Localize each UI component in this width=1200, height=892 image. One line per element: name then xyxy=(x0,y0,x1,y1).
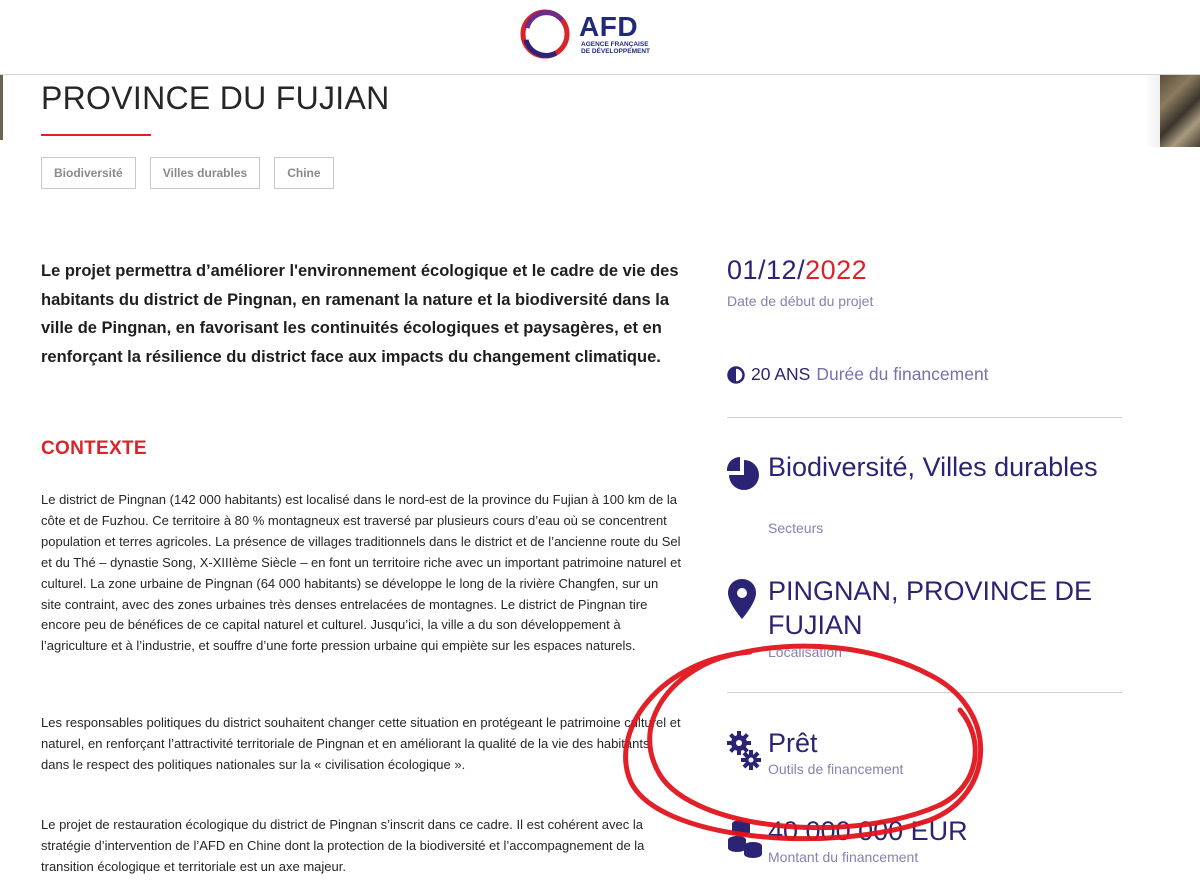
context-paragraph-1: Le district de Pingnan (142 000 habitant… xyxy=(41,492,682,654)
page-title: PROVINCE DU FUJIAN xyxy=(41,80,390,116)
gears-icon xyxy=(727,731,761,770)
duration-value: 20 ANS xyxy=(751,364,811,384)
logo-name: AFD xyxy=(579,11,639,42)
right-image-edge xyxy=(1160,75,1200,147)
context-heading: CONTEXTE xyxy=(41,438,147,459)
start-date: 01/12/2022 xyxy=(727,255,867,286)
clock-icon xyxy=(727,365,745,384)
start-date-label: Date de début du projet xyxy=(727,293,874,309)
afd-logo[interactable]: AFD AGENCE FRANÇAISE DE DÉVELOPPEMENT xyxy=(518,6,650,62)
afd-logo-ring-icon xyxy=(520,9,570,59)
duration-row: 20 ANS Durée du financement xyxy=(727,364,989,385)
start-date-year: 2022 xyxy=(805,255,868,285)
context-paragraph-3: Le projet de restauration écologique du … xyxy=(41,817,645,874)
tag-biodiversite[interactable]: Biodiversité xyxy=(41,157,136,189)
site-header: AFD AGENCE FRANÇAISE DE DÉVELOPPEMENT xyxy=(0,0,1200,75)
financing-tool-value: Prêt xyxy=(768,728,818,758)
amount-label: Montant du financement xyxy=(768,849,919,865)
sectors-label: Secteurs xyxy=(768,520,824,536)
duration-label: Durée du financement xyxy=(816,364,989,384)
start-date-day-month: 01/12/ xyxy=(727,255,806,285)
location-value: PINGNAN, PROVINCE DE FUJIAN xyxy=(768,576,1093,640)
financing-tool-label: Outils de financement xyxy=(768,761,904,777)
context-paragraph-2: Les responsables politiques du district … xyxy=(41,715,681,772)
logo-subtitle: AGENCE FRANÇAISE DE DÉVELOPPEMENT xyxy=(581,41,650,55)
divider xyxy=(727,692,1122,693)
left-image-edge xyxy=(0,75,3,140)
coins-icon xyxy=(728,820,762,858)
amount-value: 40 000 000 EUR xyxy=(768,816,968,846)
tag-chine[interactable]: Chine xyxy=(274,157,334,189)
sectors-value: Biodiversité, Villes durables xyxy=(768,452,1098,482)
title-underline xyxy=(41,134,151,136)
pie-chart-icon xyxy=(727,456,759,490)
location-pin-icon xyxy=(728,579,756,619)
location-label: Localisation xyxy=(768,644,842,660)
divider xyxy=(727,417,1122,418)
intro-text: Le projet permettra d’améliorer l'enviro… xyxy=(41,262,679,366)
right-shadow xyxy=(1144,75,1160,147)
tag-villes-durables[interactable]: Villes durables xyxy=(149,157,261,189)
tag-list: Biodiversité Villes durables Chine xyxy=(41,157,334,189)
